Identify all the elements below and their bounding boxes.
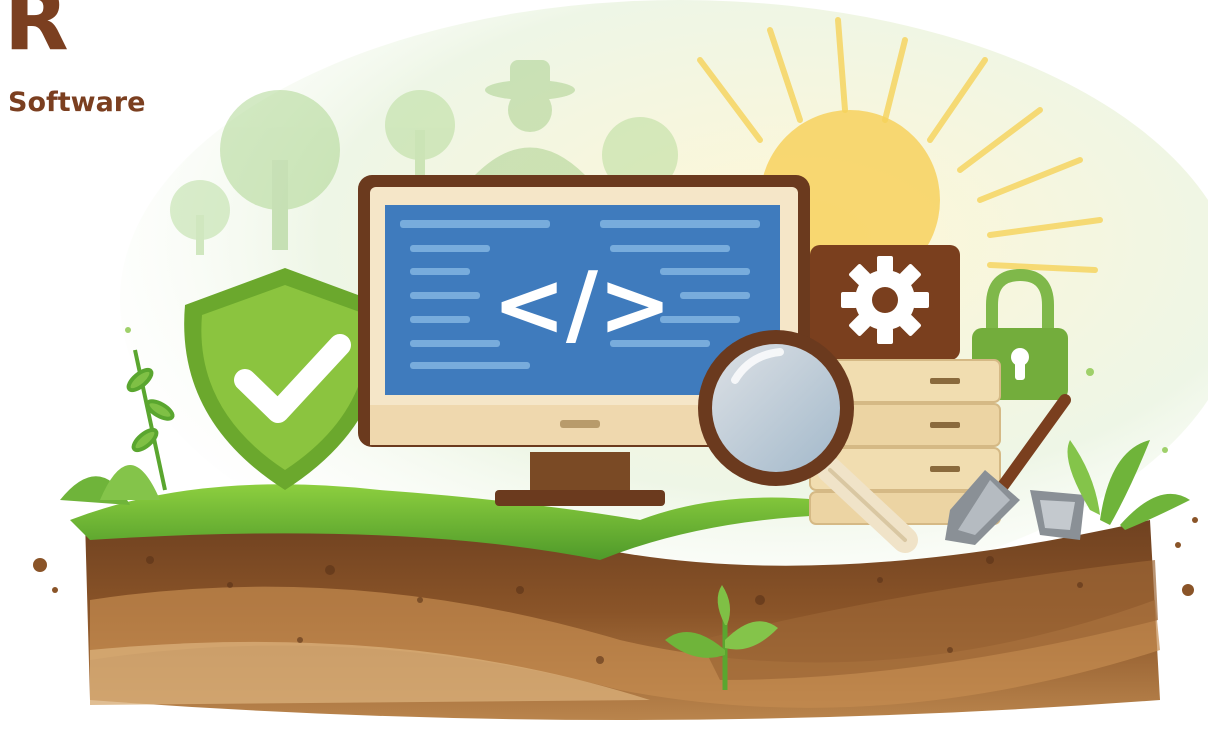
gear-icon xyxy=(810,245,960,360)
code-symbol: </> xyxy=(492,253,672,356)
software-soil-illustration: </> xyxy=(33,0,1208,720)
